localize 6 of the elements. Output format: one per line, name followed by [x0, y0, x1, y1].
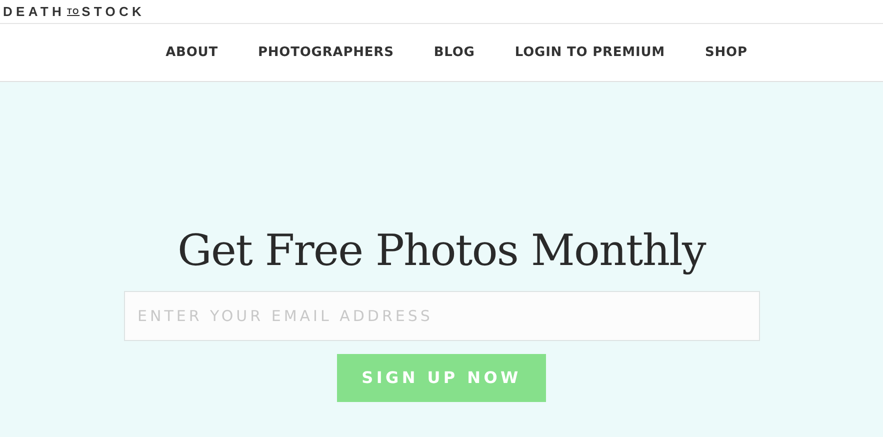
nav-link[interactable]: ABOUT — [166, 42, 218, 62]
nav-link[interactable]: LOGIN TO PREMIUM — [514, 42, 666, 62]
nav-link[interactable]: SHOP — [705, 42, 748, 62]
nav-link[interactable]: BLOG — [434, 42, 475, 62]
hero-title: Get Free Photos Monthly — [178, 228, 706, 276]
nav-link[interactable]: PHOTOGRAPHERS — [258, 42, 394, 62]
